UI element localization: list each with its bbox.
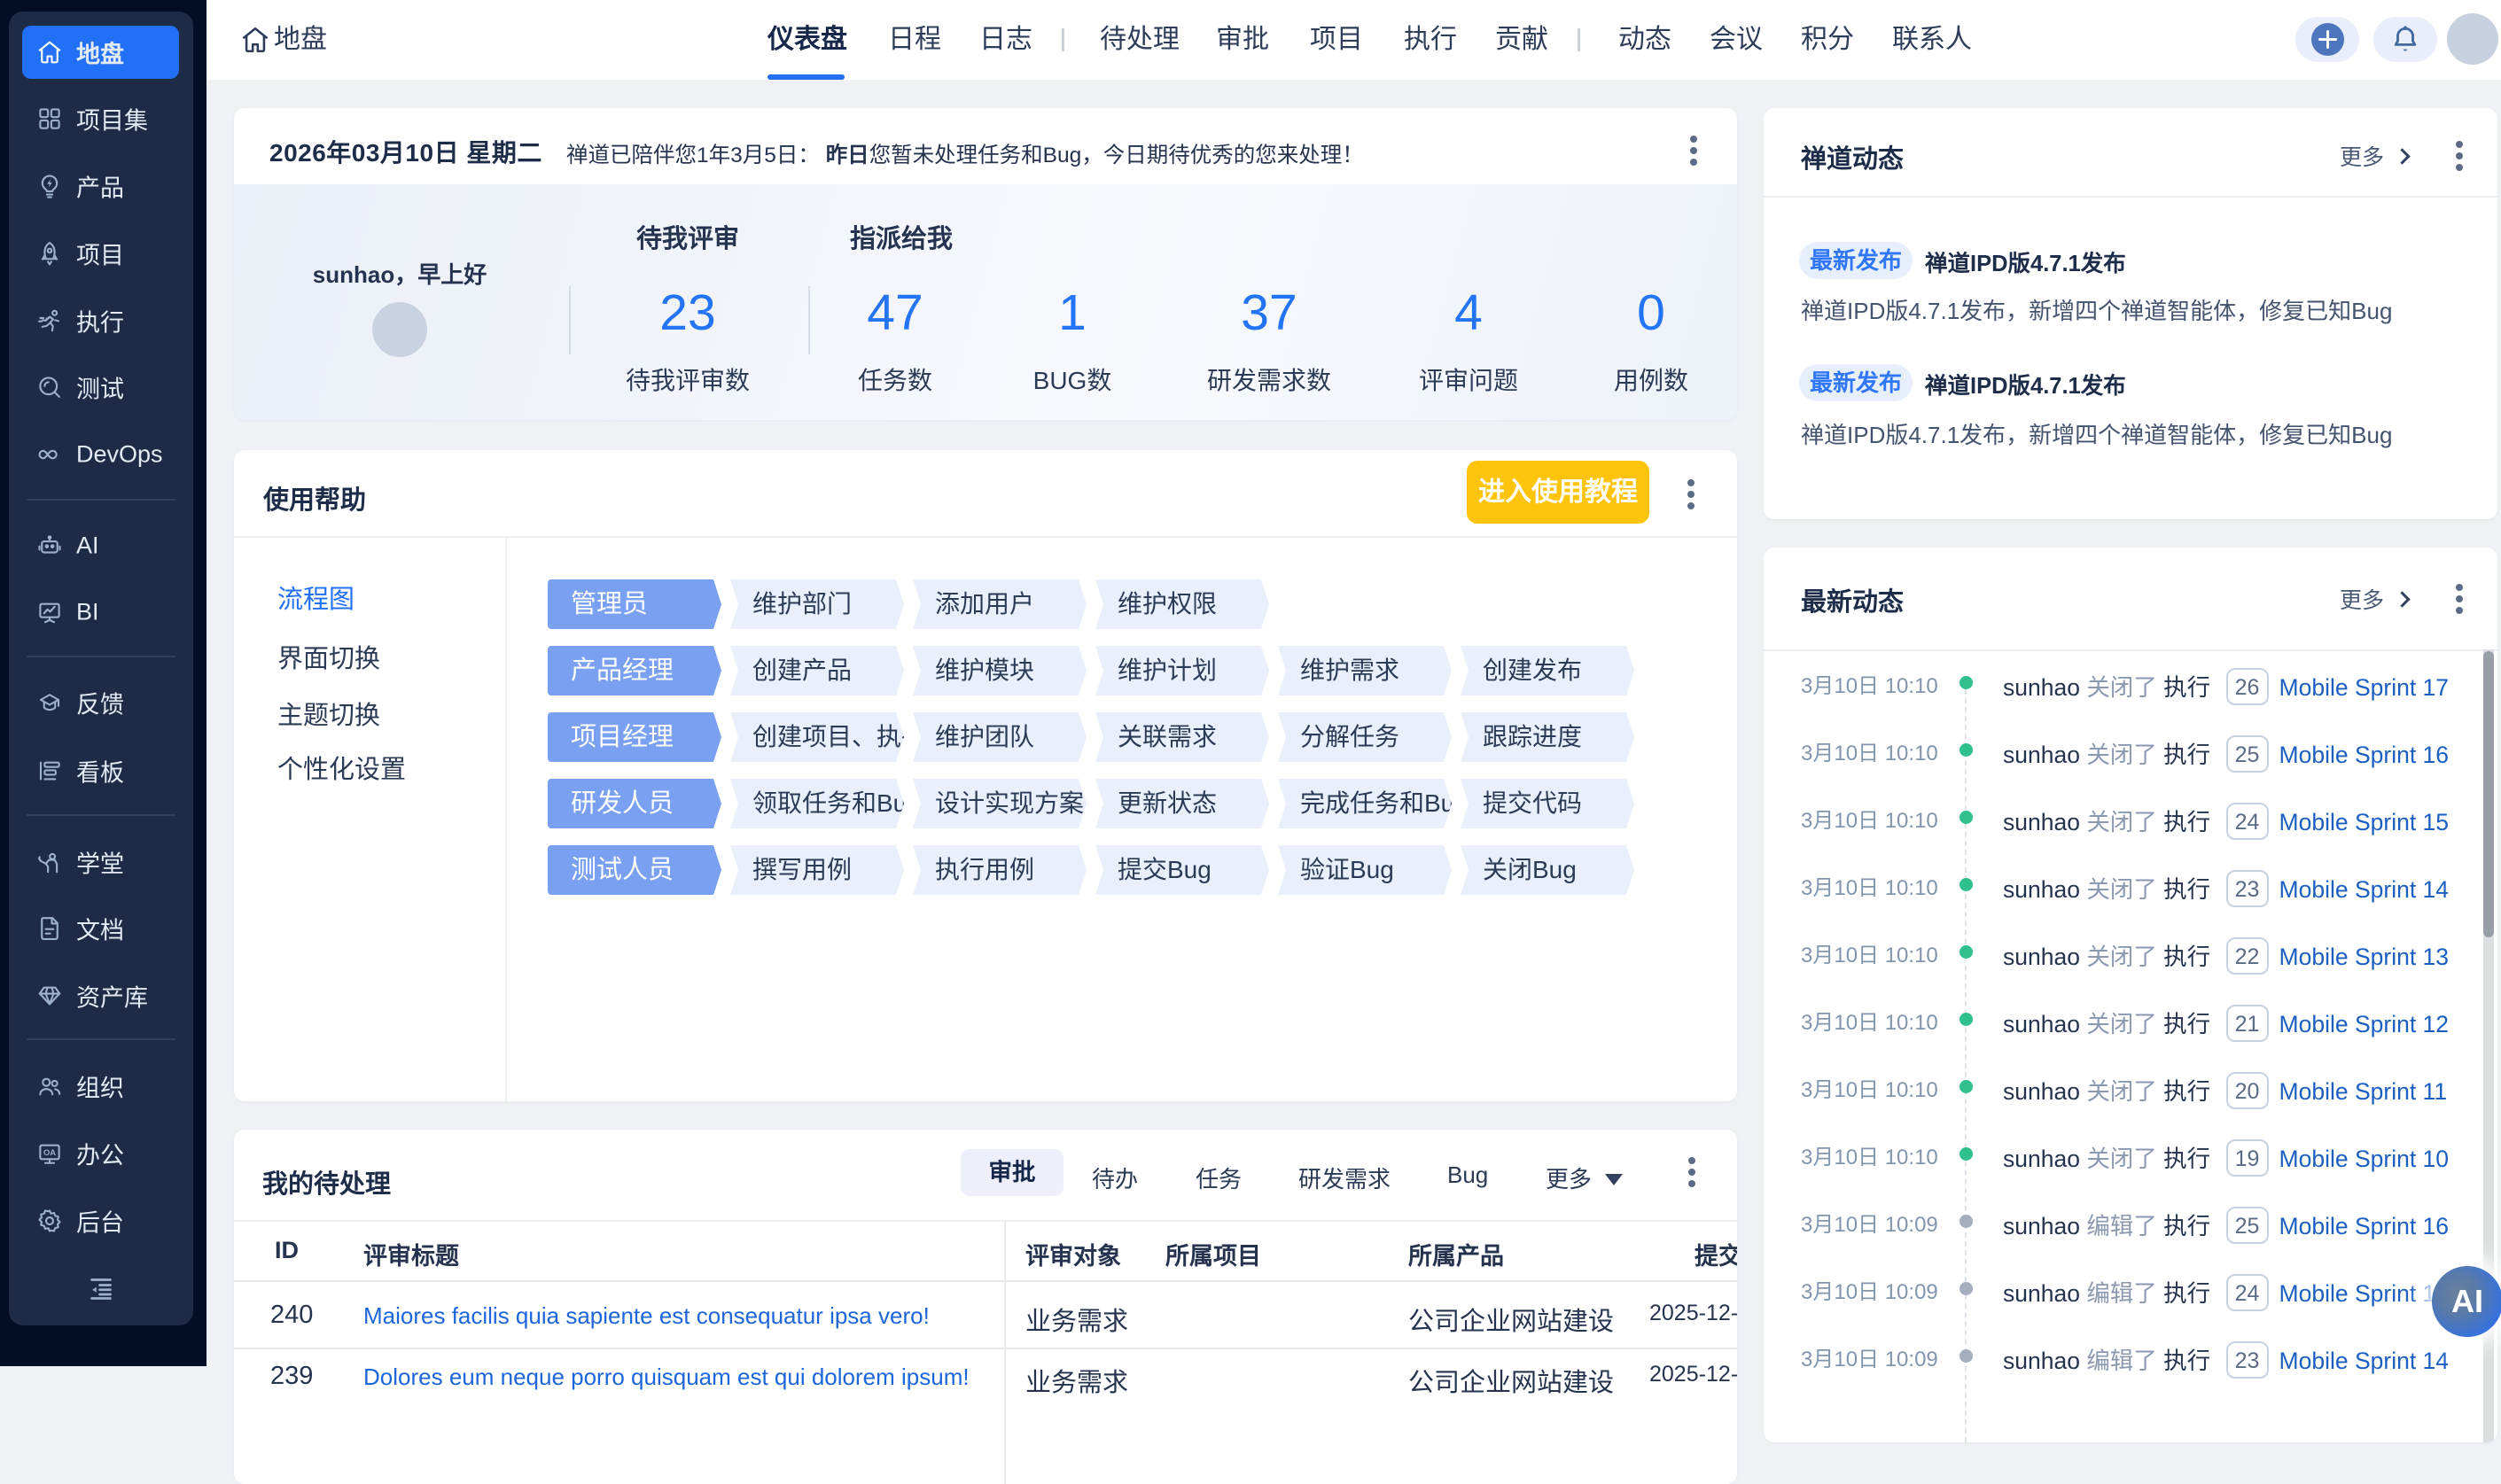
svg-text:OA: OA <box>43 1148 56 1157</box>
